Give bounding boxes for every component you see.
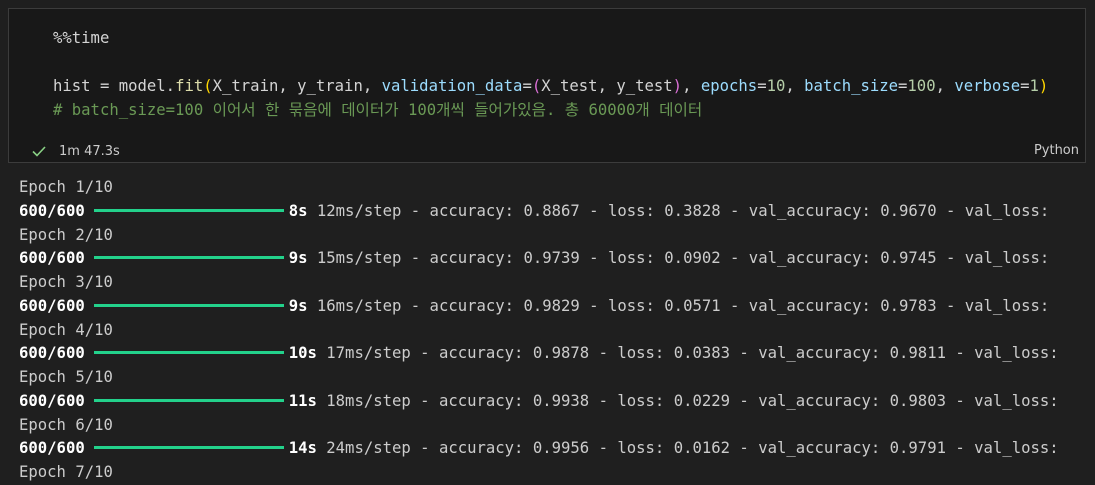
step-count: 600/600: [19, 296, 85, 315]
accuracy-value: 0.9878: [532, 344, 590, 363]
step-count: 600/600: [19, 344, 85, 363]
code-token: verbose: [954, 77, 1021, 95]
epoch-progress-line: 600/600 14s 24ms/step - accuracy: 0.9956 …: [19, 439, 1059, 458]
loss-value: 0.3828: [664, 201, 721, 220]
execution-time: 1m 47.3s: [59, 143, 120, 159]
loss-value: 0.0383: [673, 344, 731, 363]
accuracy-value: 0.9938: [532, 391, 590, 410]
code-token: ,: [935, 77, 955, 95]
val-accuracy-value: 0.9811: [889, 344, 946, 363]
epoch-label: Epoch 1/10: [19, 178, 113, 196]
epoch-time: 14s: [288, 439, 317, 458]
epoch-progress-line: 600/600 11s 18ms/step - accuracy: 0.9938 …: [19, 391, 1059, 410]
code-cell[interactable]: %%time hist = model.fit(X_train, y_train,…: [8, 8, 1086, 163]
time-per-step: 17ms/step: [326, 344, 411, 363]
accuracy-value: 0.8867: [523, 201, 580, 220]
code-token: 10: [766, 77, 786, 95]
code-token: (: [203, 77, 213, 95]
val-accuracy-value: 0.9803: [889, 391, 946, 410]
code-token: ): [672, 77, 683, 95]
val-accuracy-value: 0.9670: [880, 201, 937, 220]
code-editor[interactable]: %%time hist = model.fit(X_train, y_train,…: [53, 26, 1048, 122]
loss-value: 0.0571: [664, 296, 721, 315]
code-token: fit: [175, 77, 204, 95]
code-token: 100: [907, 77, 936, 95]
epoch-label: Epoch 2/10: [19, 225, 113, 244]
progress-bar: [93, 446, 284, 450]
progress-bar: [93, 208, 284, 212]
epoch-progress-line: 600/600 9s 16ms/step - accuracy: 0.9829 -…: [19, 296, 1050, 315]
progress-bar: [93, 398, 284, 402]
code-token: hist = model.: [53, 77, 176, 95]
accuracy-value: 0.9829: [523, 296, 580, 315]
val-accuracy-value: 0.9783: [880, 296, 937, 315]
epoch-time: 10s: [288, 344, 317, 363]
progress-bar: [93, 303, 284, 307]
step-count: 600/600: [19, 439, 85, 458]
code-token: batch_size: [804, 77, 899, 95]
accuracy-value: 0.9739: [523, 249, 580, 268]
time-per-step: 24ms/step: [326, 439, 411, 458]
loss-value: 0.0902: [664, 249, 721, 268]
code-line: hist = model.fit(X_train, y_train, valid…: [53, 74, 1048, 98]
loss-value: 0.0162: [673, 439, 731, 458]
code-line: %%time: [53, 26, 1048, 50]
code-token: X_test, y_test: [541, 77, 673, 95]
code-token: epochs: [700, 77, 758, 95]
val-accuracy-value: 0.9745: [880, 249, 937, 268]
val-accuracy-value: 0.9791: [889, 439, 946, 458]
progress-bar: [93, 256, 284, 260]
code-token: (: [531, 77, 542, 95]
code-token: ,: [682, 77, 701, 95]
code-token: =: [522, 77, 532, 95]
step-count: 600/600: [19, 391, 85, 410]
epoch-label: Epoch 5/10: [19, 368, 113, 386]
cell-status: 1m 47.3s: [31, 141, 120, 161]
code-token: =: [757, 77, 767, 95]
epoch-time: 9s: [288, 249, 308, 268]
epoch-time: 8s: [288, 201, 308, 220]
cell-output: Epoch 1/10 600/600 8s 12ms/step - accuracy…: [19, 176, 1059, 485]
epoch-label: Epoch 7/10: [19, 463, 113, 481]
code-token: # batch_size=100 이어서 한 묶음에 데이터가 100개씩 들어…: [53, 101, 703, 119]
time-per-step: 18ms/step: [326, 391, 411, 410]
progress-bar: [93, 351, 284, 355]
accuracy-value: 0.9956: [532, 439, 590, 458]
step-count: 600/600: [19, 201, 85, 220]
code-line: # batch_size=100 이어서 한 묶음에 데이터가 100개씩 들어…: [53, 98, 1048, 122]
epoch-label: Epoch 3/10: [19, 273, 113, 291]
code-token: %%time: [53, 29, 110, 47]
code-token: ): [1038, 77, 1049, 95]
epoch-progress-line: 600/600 10s 17ms/step - accuracy: 0.9878 …: [19, 344, 1059, 363]
epoch-label: Epoch 6/10: [19, 415, 113, 434]
epoch-label: Epoch 4/10: [19, 320, 113, 339]
loss-value: 0.0229: [673, 391, 731, 410]
epoch-time: 11s: [288, 391, 317, 410]
time-per-step: 16ms/step: [316, 296, 402, 315]
code-token: ,: [785, 77, 805, 95]
code-token: X_train, y_train,: [212, 77, 382, 95]
code-token: validation_data: [381, 77, 523, 95]
language-selector[interactable]: Python: [1034, 141, 1079, 161]
code-token: =: [898, 77, 908, 95]
epoch-progress-line: 600/600 9s 15ms/step - accuracy: 0.9739 -…: [19, 249, 1050, 268]
step-count: 600/600: [19, 249, 85, 268]
time-per-step: 15ms/step: [316, 249, 402, 268]
check-icon: [32, 146, 46, 157]
time-per-step: 12ms/step: [316, 201, 402, 220]
code-token: 1: [1029, 77, 1039, 95]
epoch-time: 9s: [288, 296, 308, 315]
epoch-progress-line: 600/600 8s 12ms/step - accuracy: 0.8867 -…: [19, 201, 1050, 220]
